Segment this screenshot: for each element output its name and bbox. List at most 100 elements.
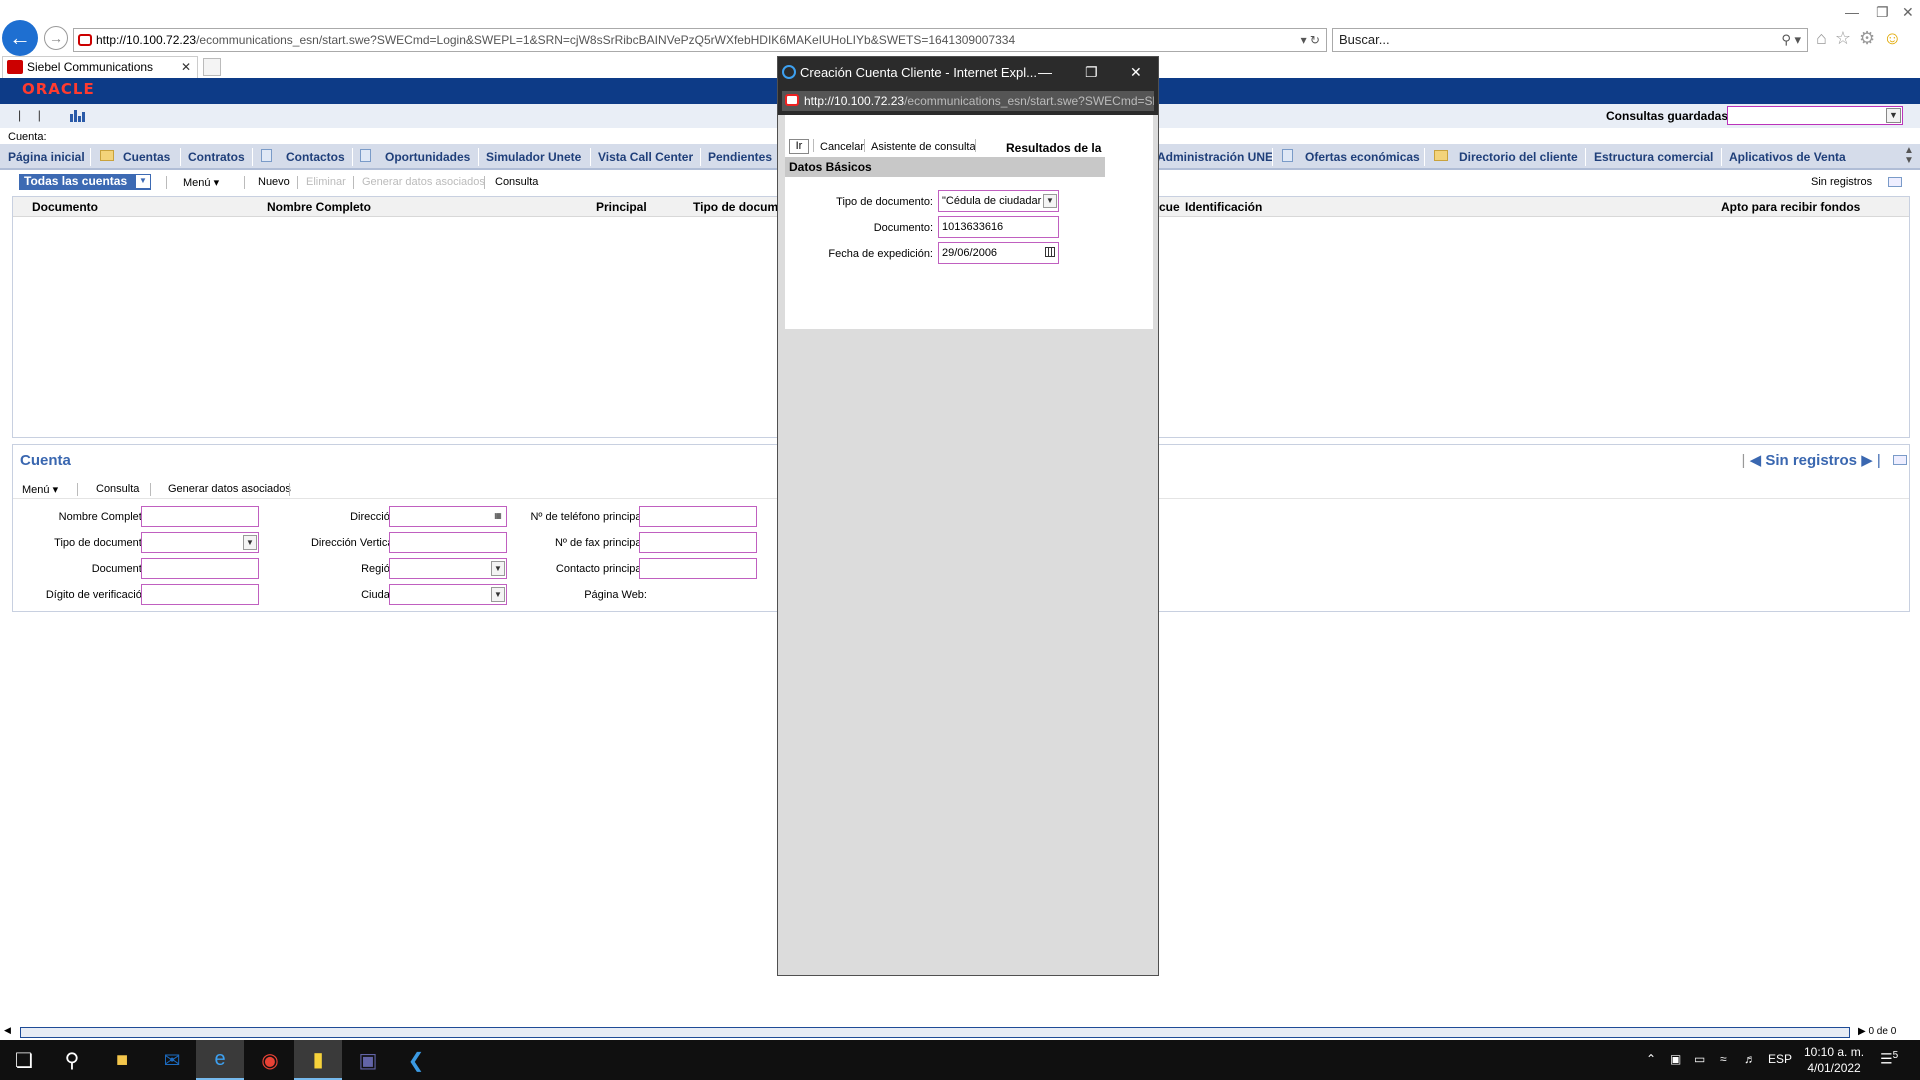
close-icon[interactable]: ✕ [1130, 57, 1142, 88]
tab-oportunidades[interactable]: Oportunidades [385, 150, 470, 164]
popup-titlebar[interactable]: Creación Cuenta Cliente - Internet Expl.… [778, 57, 1158, 89]
tab-pagina-inicial[interactable]: Página inicial [8, 150, 85, 164]
todas-cuentas-select[interactable]: Todas las cuentas ▼ [19, 174, 151, 190]
telefono-field[interactable] [639, 506, 757, 527]
tipo-documento-select[interactable]: "Cédula de ciudadar ▼ [938, 190, 1059, 212]
tab-cuentas[interactable]: Cuentas [123, 150, 170, 164]
form-generar-button[interactable]: Generar datos asociados [168, 483, 291, 495]
back-button[interactable]: ← [2, 20, 38, 56]
tabs-scroll-icon[interactable]: ▲ ▼ [1904, 146, 1914, 166]
refresh-icon[interactable]: ▾ ↻ [1301, 29, 1320, 51]
home-icon[interactable]: ⌂ [1816, 28, 1835, 48]
scroll-left-icon[interactable]: ◀ [4, 1025, 11, 1036]
region-field[interactable]: ▼ [389, 558, 507, 579]
teams-icon[interactable]: ▣ [344, 1040, 392, 1080]
collapse-icon[interactable] [1893, 455, 1907, 465]
prev-record-icon[interactable]: ◀ [1750, 452, 1762, 469]
asistente-consulta-button[interactable]: Asistente de consulta [871, 141, 976, 153]
tab-contratos[interactable]: Contratos [188, 150, 245, 164]
col-cue[interactable]: cue [1159, 200, 1180, 214]
search-input[interactable]: Buscar... ⚲ ▾ [1332, 28, 1808, 52]
clock[interactable]: 10:10 a. m. 4/01/2022 [1804, 1044, 1864, 1076]
vscode-icon[interactable]: ❮ [392, 1040, 440, 1080]
smiley-feedback-icon[interactable]: ☺ [1883, 28, 1909, 48]
chevron-down-icon[interactable]: ▼ [243, 535, 257, 550]
generar-datos-button[interactable]: Generar datos asociados [362, 176, 485, 188]
browser-tab[interactable]: Siebel Communications ✕ [2, 56, 198, 78]
tab-pendientes[interactable]: Pendientes [708, 150, 772, 164]
chevron-down-icon[interactable]: ▼ [1886, 108, 1901, 123]
chevron-down-icon[interactable]: ▼ [1043, 194, 1057, 208]
tab-vista-call-center[interactable]: Vista Call Center [598, 150, 693, 164]
internet-explorer-icon[interactable]: e [196, 1040, 244, 1080]
nuevo-button[interactable]: Nuevo [258, 176, 290, 188]
minimize-icon[interactable]: — [1038, 57, 1052, 88]
new-tab-button[interactable] [203, 58, 221, 76]
close-icon[interactable]: ✕ [1902, 4, 1914, 21]
outlook-icon[interactable]: ✉ [148, 1040, 196, 1080]
file-explorer-icon[interactable]: ■ [98, 1040, 146, 1080]
label-tipo-documento: Tipo de documento: [836, 196, 933, 208]
tipo-doc-field[interactable]: ▼ [141, 532, 259, 553]
fax-field[interactable] [639, 532, 757, 553]
restore-icon[interactable]: ❐ [1085, 57, 1098, 88]
saved-queries-select[interactable]: ▼ [1727, 106, 1903, 125]
contacto-field[interactable] [639, 558, 757, 579]
col-principal[interactable]: Principal [596, 200, 647, 214]
col-identificacion[interactable]: Identificación [1185, 200, 1262, 214]
nombre-field[interactable] [141, 506, 259, 527]
horizontal-scrollbar[interactable]: ◀ ▶ 0 de 0 [0, 1025, 1920, 1039]
tab-administracion-une[interactable]: Administración UNE [1157, 150, 1273, 164]
notifications-icon[interactable]: ☰5 [1880, 1050, 1898, 1068]
documento-input[interactable]: 1013633616 [938, 216, 1059, 238]
eliminar-button[interactable]: Eliminar [306, 176, 346, 188]
address-bar[interactable]: http://10.100.72.23/ecommunications_esn/… [73, 28, 1327, 52]
form-consulta-button[interactable]: Consulta [96, 483, 139, 495]
documento-field[interactable] [141, 558, 259, 579]
forward-button[interactable]: → [44, 26, 68, 50]
col-nombre-completo[interactable]: Nombre Completo [267, 200, 371, 214]
tab-ofertas-economicas[interactable]: Ofertas económicas [1305, 150, 1420, 164]
chart-icon[interactable] [70, 108, 86, 122]
col-apto-fondos[interactable]: Apto para recibir fondos [1721, 200, 1860, 214]
ir-button[interactable]: Ir [789, 139, 809, 154]
chrome-icon[interactable]: ◉ [246, 1040, 294, 1080]
popup-url[interactable]: http://10.100.72.23/ecommunications_esn/… [782, 91, 1154, 111]
scroll-track[interactable] [20, 1027, 1850, 1038]
cancelar-button[interactable]: Cancelar [820, 141, 864, 153]
search-icon[interactable]: ⚲ [48, 1040, 96, 1080]
tab-simulador-unete[interactable]: Simulador Unete [486, 150, 581, 164]
favorites-star-icon[interactable]: ☆ [1835, 28, 1859, 48]
dir-vertical-field[interactable] [389, 532, 507, 553]
fecha-expedicion-input[interactable]: 29/06/2006 [938, 242, 1059, 264]
col-tipo-documento[interactable]: Tipo de docume [693, 200, 785, 214]
wifi-icon[interactable]: ≈ [1720, 1052, 1727, 1066]
digito-field[interactable] [141, 584, 259, 605]
windows-start-icon[interactable]: ❏ [0, 1040, 48, 1080]
meet-now-icon[interactable]: ▣ [1670, 1052, 1681, 1066]
minimize-icon[interactable]: — [1845, 4, 1859, 20]
restore-icon[interactable]: ❐ [1876, 4, 1889, 21]
list-menu-button[interactable]: Menú ▾ [183, 176, 219, 189]
chevron-down-icon[interactable]: ▼ [136, 175, 150, 188]
sticky-notes-icon[interactable]: ▮ [294, 1040, 342, 1080]
battery-icon[interactable]: ▭ [1694, 1052, 1705, 1066]
volume-icon[interactable]: ♬ [1744, 1052, 1756, 1066]
tab-directorio-cliente[interactable]: Directorio del cliente [1459, 150, 1578, 164]
form-menu-button[interactable]: Menú ▾ [22, 483, 58, 496]
tab-close-icon[interactable]: ✕ [181, 57, 191, 77]
collapse-icon[interactable] [1888, 177, 1902, 187]
tab-contactos[interactable]: Contactos [286, 150, 345, 164]
ciudad-field[interactable]: ▼ [389, 584, 507, 605]
next-record-icon[interactable]: ▶ [1861, 452, 1873, 469]
language-indicator[interactable]: ESP [1768, 1052, 1792, 1066]
direccion-field[interactable]: ▦ [389, 506, 507, 527]
col-documento[interactable]: Documento [32, 200, 98, 214]
consulta-button[interactable]: Consulta [495, 176, 538, 188]
tab-aplicativos-venta[interactable]: Aplicativos de Venta [1729, 150, 1846, 164]
calendar-icon[interactable] [1045, 247, 1055, 257]
gear-icon[interactable]: ⚙ [1859, 28, 1883, 48]
search-icon[interactable]: ⚲ ▾ [1781, 29, 1801, 51]
tab-estructura-comercial[interactable]: Estructura comercial [1594, 150, 1713, 164]
chevron-up-icon[interactable]: ⌃ [1646, 1052, 1656, 1066]
